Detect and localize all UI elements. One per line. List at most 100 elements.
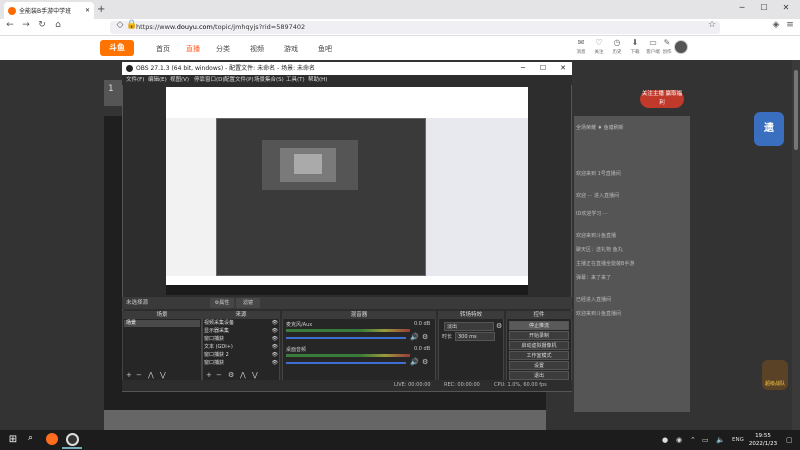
create-icon[interactable]: ✎ (660, 38, 674, 47)
menu-edit[interactable]: 编辑(E) (148, 75, 167, 85)
user-avatar[interactable] (674, 40, 688, 54)
duration-label: 时长 (442, 334, 453, 340)
firefox-icon[interactable] (46, 433, 58, 445)
source-up-icon[interactable]: ⋀ (240, 370, 246, 380)
extensions-icon[interactable]: ◈ (770, 20, 782, 30)
scene-item[interactable]: 场景 (124, 320, 200, 327)
back-icon[interactable]: ← (4, 20, 16, 30)
source-item[interactable]: 显示器采集 👁 (204, 328, 278, 335)
source-item[interactable]: 窗口捕获 👁 (204, 360, 278, 367)
transition-select[interactable]: 淡出 (444, 322, 494, 331)
tab-title: 全能装B手游中学班 (19, 8, 72, 15)
eye-icon[interactable]: 👁 (272, 336, 278, 343)
source-item[interactable]: 窗口捕获 2 👁 (204, 352, 278, 359)
mixer-gear-icon[interactable]: ⚙ (422, 358, 428, 366)
eye-icon[interactable]: 👁 (272, 360, 278, 367)
eye-icon[interactable]: 👁 (272, 344, 278, 351)
virtual-camera-button[interactable]: 启动虚拟摄像机 (509, 341, 569, 350)
nav-category[interactable]: 分类 (216, 44, 230, 54)
studio-mode-button[interactable]: 工作室模式 (509, 351, 569, 360)
chat-line: 欢迎来到斗鱼直播 (576, 233, 617, 239)
source-down-icon[interactable]: ⋁ (252, 370, 258, 380)
source-remove-icon[interactable]: − (216, 370, 222, 380)
obs-minimize-icon[interactable]: ─ (516, 62, 530, 75)
page-scroll-thumb[interactable] (794, 70, 798, 150)
scene-remove-icon[interactable]: − (136, 370, 142, 380)
follow-icon[interactable]: ♡ (592, 38, 606, 47)
history-icon[interactable]: ◷ (610, 38, 624, 47)
menu-tools[interactable]: 工具(T) (286, 75, 305, 85)
event-badge-2[interactable]: 超级战队 (762, 360, 788, 390)
menu-docks[interactable]: 停靠窗口(D) (194, 75, 225, 85)
input-language[interactable]: ENG (732, 437, 744, 443)
close-tab-icon[interactable]: ✕ (85, 7, 90, 14)
bookmark-star-icon[interactable]: ☆ (706, 20, 718, 30)
tray-expand-icon[interactable]: ⌃ (690, 436, 696, 444)
mixer-gear-icon[interactable]: ⚙ (422, 333, 428, 341)
notification-icon[interactable]: ▢ (786, 436, 793, 444)
shield-icon[interactable]: ◇ (114, 20, 126, 30)
source-item[interactable]: 窗口捕获 👁 (204, 336, 278, 343)
new-tab-button[interactable]: + (97, 4, 105, 15)
event-badge[interactable]: 遗 (754, 112, 784, 146)
speaker-icon[interactable]: 🔊 (410, 358, 419, 366)
source-add-icon[interactable]: + (206, 370, 212, 380)
source-settings-icon[interactable]: ⚙ (228, 370, 234, 380)
eye-icon[interactable]: 👁 (272, 320, 278, 327)
url-bar[interactable]: https://www.douyu.com/topic/jmhqyjs?rid=… (110, 21, 720, 34)
menu-view[interactable]: 视图(V) (170, 75, 189, 85)
client-icon[interactable]: ▭ (646, 38, 660, 47)
obs-close-icon[interactable]: ✕ (556, 62, 570, 75)
start-recording-button[interactable]: 开始录制 (509, 331, 569, 340)
search-icon[interactable]: ⌕ (28, 433, 33, 443)
obs-maximize-icon[interactable]: ☐ (536, 62, 550, 75)
scene-up-icon[interactable]: ⋀ (148, 370, 154, 380)
nav-game[interactable]: 游戏 (284, 44, 298, 54)
source-item[interactable]: 文本 (GDI+) 👁 (204, 344, 278, 351)
menu-profile[interactable]: 配置文件(P) (224, 75, 254, 85)
obs-taskbar-icon[interactable] (66, 433, 79, 446)
properties-button[interactable]: ⚙属性 (210, 298, 234, 308)
tray-app-icon[interactable]: ● (662, 436, 668, 444)
nav-video[interactable]: 视频 (250, 44, 264, 54)
nav-fishbar[interactable]: 鱼吧 (318, 44, 332, 54)
menu-help[interactable]: 帮助(H) (308, 75, 327, 85)
exit-button[interactable]: 退出 (509, 371, 569, 380)
close-window-icon[interactable]: ✕ (778, 3, 794, 12)
preview-nested-right (426, 118, 528, 276)
douyu-logo[interactable]: 斗鱼 (100, 40, 134, 56)
duration-input[interactable]: 300 ms (455, 332, 495, 341)
filters-button[interactable]: 滤镜 (236, 298, 260, 308)
nav-live[interactable]: 直播 (186, 44, 200, 54)
network-icon[interactable]: ▭ (702, 436, 709, 444)
reload-icon[interactable]: ↻ (36, 20, 48, 30)
menu-file[interactable]: 文件(F) (126, 75, 144, 85)
message-icon[interactable]: ✉ (574, 38, 588, 47)
tray-obs-icon[interactable]: ◉ (676, 436, 682, 444)
volume-icon[interactable]: 🔈 (716, 436, 725, 444)
windows-start-icon[interactable]: ⊞ (6, 433, 20, 447)
menu-scene-collection[interactable]: 场景集合(S) (254, 75, 284, 85)
home-icon[interactable]: ⌂ (52, 20, 64, 30)
gift-bar[interactable] (104, 410, 546, 430)
stop-streaming-button[interactable]: 停止推流 (509, 321, 569, 330)
browser-tab[interactable]: 全能装B手游中学班 ✕ (4, 2, 94, 19)
maximize-icon[interactable]: ☐ (756, 3, 772, 12)
source-item[interactable]: 视频采集设备 👁 (204, 320, 278, 327)
minimize-icon[interactable]: ─ (734, 3, 750, 12)
transition-gear-icon[interactable]: ⚙ (496, 322, 502, 330)
volume-slider[interactable] (286, 337, 406, 339)
settings-button[interactable]: 设置 (509, 361, 569, 370)
subscribe-button[interactable]: 关注主播 赢取福利 (640, 90, 684, 108)
forward-icon[interactable]: → (20, 20, 32, 30)
taskbar-clock[interactable]: 19:55 2022/1/23 (746, 432, 780, 448)
speaker-icon[interactable]: 🔊 (410, 333, 419, 341)
eye-icon[interactable]: 👁 (272, 328, 278, 335)
menu-icon[interactable]: ≡ (784, 20, 796, 30)
scene-down-icon[interactable]: ⋁ (160, 370, 166, 380)
nav-home[interactable]: 首页 (156, 44, 170, 54)
scene-add-icon[interactable]: + (126, 370, 132, 380)
eye-icon[interactable]: 👁 (272, 352, 278, 359)
volume-slider[interactable] (286, 362, 406, 364)
download-icon[interactable]: ⬇ (628, 38, 642, 47)
